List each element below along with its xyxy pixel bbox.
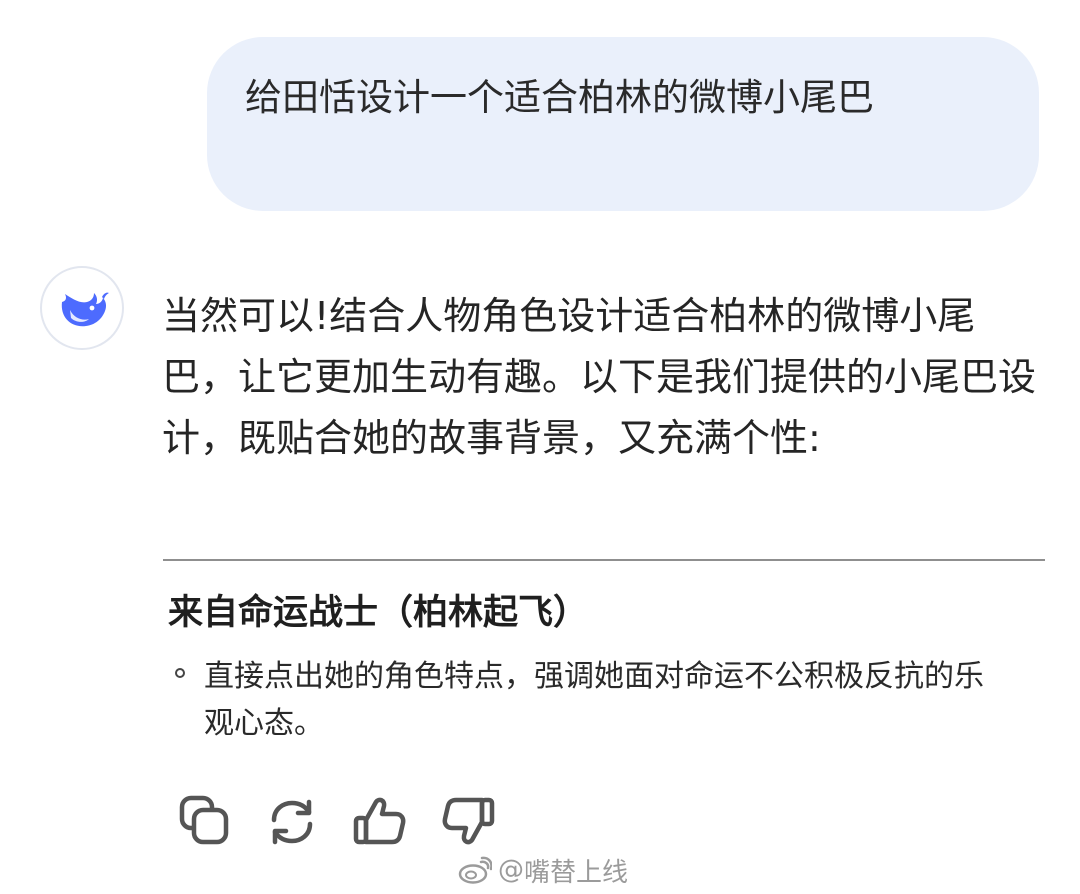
thumbs-up-icon (353, 797, 406, 845)
section-title: 来自命运战士（柏林起飞） (168, 593, 589, 633)
watermark-handle: 嘴替上线 (524, 857, 629, 888)
divider (163, 559, 1045, 561)
assistant-avatar (40, 266, 124, 350)
user-message-text: 给田恬设计一个适合柏林的微博小尾巴 (245, 76, 874, 119)
weibo-watermark: @ 嘴替上线 (458, 850, 628, 890)
watermark-at: @ (498, 855, 524, 885)
dislike-button[interactable] (440, 794, 496, 850)
whale-logo-icon (61, 292, 109, 327)
refresh-icon (271, 799, 313, 845)
regenerate-button[interactable] (264, 794, 320, 850)
assistant-reply-text: 当然可以!结合人物角色设计适合柏林的微博小尾巴，让它更加生动有趣。以下是我们提供… (162, 294, 1037, 460)
thumbs-down-icon (442, 797, 495, 845)
bullet-icon (175, 668, 185, 678)
list-item-text: 直接点出她的角色特点，强调她面对命运不公积极反抗的乐观心态。 (204, 659, 984, 741)
copy-button[interactable] (176, 794, 232, 850)
copy-icon (179, 795, 229, 845)
user-message-bubble: 给田恬设计一个适合柏林的微博小尾巴 (207, 37, 1039, 211)
weibo-icon (458, 856, 492, 884)
like-button[interactable] (352, 794, 408, 850)
